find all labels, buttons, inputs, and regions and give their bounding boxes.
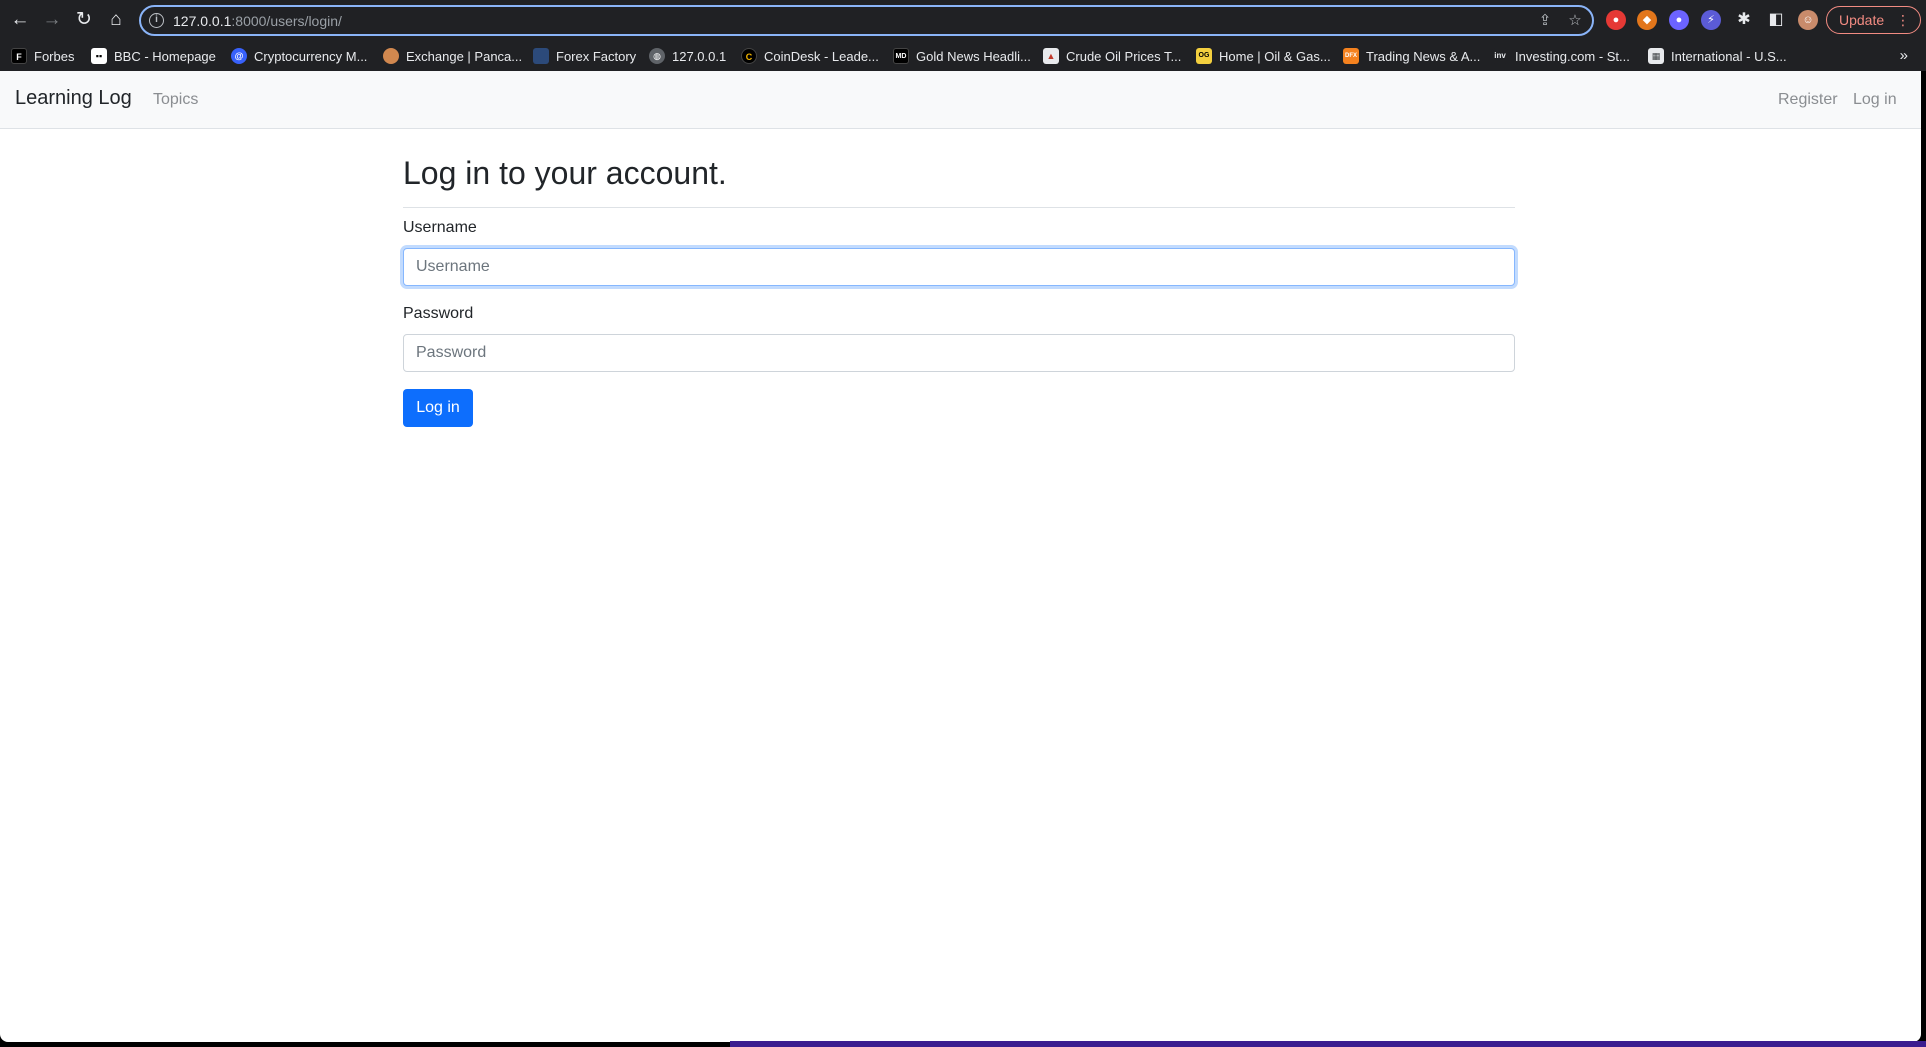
side-panel-icon[interactable]: ◧ [1763,7,1789,33]
gold-news-icon: MD [893,48,909,64]
username-label: Username [403,219,477,236]
url-path: :8000/users/login/ [231,13,342,29]
bookmark-label: Investing.com - St... [1515,48,1630,64]
bookmark-star-icon[interactable]: ☆ [1564,10,1586,32]
bolt-extension-icon[interactable]: ⚡ [1701,10,1721,30]
bookmark-label: CoinDesk - Leade... [764,48,879,64]
password-label: Password [403,305,474,322]
bookmark-item[interactable]: DFX Trading News & A... [1343,47,1480,65]
crypto-icon: @ [231,48,247,64]
url-host: 127.0.0.1 [173,13,232,29]
red-extension-icon[interactable]: ● [1606,10,1626,30]
bookmark-label: Forbes [34,48,75,64]
reload-icon[interactable]: ↻ [71,7,97,33]
forex-factory-icon [533,48,549,64]
bookmark-item[interactable]: OG Home | Oil & Gas... [1196,47,1331,65]
international-icon: ▦ [1648,48,1664,64]
bookmark-label: BBC - Homepage [114,48,216,64]
bookmark-item[interactable]: ◍ 127.0.0.1 [649,47,726,65]
bookmark-item[interactable]: F Forbes [11,47,74,65]
profile-avatar[interactable]: ☺ [1798,10,1818,30]
metamask-icon[interactable]: ◆ [1637,10,1657,30]
kebab-menu-icon[interactable]: ⋮ [1896,7,1910,33]
brand-link[interactable]: Learning Log [15,87,132,110]
globe-icon: ◍ [649,48,665,64]
taskbar-strip [730,1041,1926,1047]
coindesk-icon: C [741,48,757,64]
bookmark-label: International - U.S... [1671,48,1787,64]
back-arrow-icon[interactable]: ← [7,7,33,33]
divider [403,207,1515,208]
url-text[interactable]: 127.0.0.1:8000/users/login/ [173,13,342,29]
pancake-icon [383,48,399,64]
bookmark-item[interactable]: C CoinDesk - Leade... [741,47,879,65]
login-button[interactable]: Log in [403,389,473,427]
bbc-icon: ▪▪ [91,48,107,64]
address-bar[interactable]: i 127.0.0.1:8000/users/login/ ⇪ ☆ [139,5,1594,36]
crude-oil-icon: ▲ [1043,48,1059,64]
bookmark-item[interactable]: MD Gold News Headli... [893,47,1031,65]
bookmark-item[interactable]: ▲ Crude Oil Prices T... [1043,47,1181,65]
bookmark-label: Gold News Headli... [916,48,1031,64]
update-button[interactable]: Update ⋮ [1826,6,1921,34]
share-icon[interactable]: ⇪ [1534,10,1556,32]
bookmark-label: Crude Oil Prices T... [1066,48,1182,64]
more-bookmarks-icon[interactable]: » [1900,47,1908,64]
bookmark-label: 127.0.0.1 [672,48,727,64]
bookmark-label: Exchange | Panca... [406,48,523,64]
bookmark-label: Forex Factory [556,48,637,64]
bookmarks-bar: F Forbes ▪▪ BBC - Homepage @ Cryptocurrency… [0,40,1926,71]
bookmark-item[interactable]: Exchange | Panca... [383,47,522,65]
bookmark-label: Trading News & A... [1366,48,1481,64]
bookmark-item[interactable]: ▦ International - U.S... [1648,47,1787,65]
bookmark-item[interactable]: inv Investing.com - St... [1492,47,1630,65]
nav-register-link[interactable]: Register [1778,91,1838,109]
username-input[interactable] [403,248,1515,286]
trading-news-icon: DFX [1343,48,1359,64]
extensions-puzzle-icon[interactable]: ✱ [1731,7,1757,33]
nav-topics-link[interactable]: Topics [153,91,198,109]
page-title: Log in to your account. [403,155,727,191]
purple-extension-icon[interactable]: ● [1669,10,1689,30]
nav-login-link[interactable]: Log in [1853,91,1897,109]
home-icon[interactable]: ⌂ [103,7,129,33]
bookmark-item[interactable]: Forex Factory [533,47,636,65]
page-viewport: Learning Log Topics Register Log in Log … [0,71,1921,1042]
bookmark-item[interactable]: ▪▪ BBC - Homepage [91,47,216,65]
update-label: Update [1839,12,1885,28]
bookmark-label: Cryptocurrency M... [254,48,368,64]
investing-icon: inv [1492,48,1508,64]
bookmark-label: Home | Oil & Gas... [1219,48,1331,64]
oil-gas-icon: OG [1196,48,1212,64]
browser-toolbar: ← → ↻ ⌂ i 127.0.0.1:8000/users/login/ ⇪ … [0,0,1926,40]
forward-arrow-icon[interactable]: → [39,7,65,33]
site-info-icon[interactable]: i [149,13,164,28]
site-navbar: Learning Log Topics Register Log in [0,71,1921,129]
bookmark-item[interactable]: @ Cryptocurrency M... [231,47,367,65]
password-input[interactable] [403,334,1515,372]
browser-chrome: ← → ↻ ⌂ i 127.0.0.1:8000/users/login/ ⇪ … [0,0,1926,71]
forbes-icon: F [11,48,27,64]
